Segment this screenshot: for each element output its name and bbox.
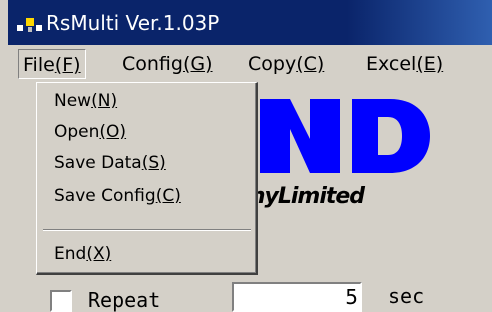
menu-item-save-config[interactable]: Save Config(C)	[54, 183, 181, 209]
window-title: RsMulti Ver.1.03P	[46, 11, 220, 35]
interval-unit-label: sec	[388, 284, 425, 308]
menu-copy[interactable]: Copy(C)	[244, 49, 328, 79]
app-icon	[17, 18, 42, 32]
repeat-interval-input[interactable]: 5	[232, 282, 362, 312]
menu-item-new[interactable]: New(N)	[54, 88, 117, 114]
menu-file[interactable]: File(F)	[18, 49, 86, 79]
menu-separator	[43, 229, 251, 231]
menu-item-end[interactable]: End(X)	[54, 241, 111, 267]
menu-item-open[interactable]: Open(O)	[54, 119, 126, 145]
menu-config[interactable]: Config(G)	[118, 49, 217, 79]
repeat-label: Repeat	[88, 288, 161, 312]
menu-item-save-data[interactable]: Save Data(S)	[54, 150, 166, 176]
title-bar[interactable]: RsMulti Ver.1.03P	[8, 0, 492, 45]
repeat-checkbox[interactable]	[50, 290, 72, 312]
menu-bar: File(F) Config(G) Copy(C) Excel(E)	[8, 45, 492, 82]
file-menu-dropdown: New(N) Open(O) Save Data(S) Save Config(…	[36, 82, 258, 275]
company-logo	[260, 99, 430, 173]
menu-excel[interactable]: Excel(E)	[362, 49, 447, 79]
